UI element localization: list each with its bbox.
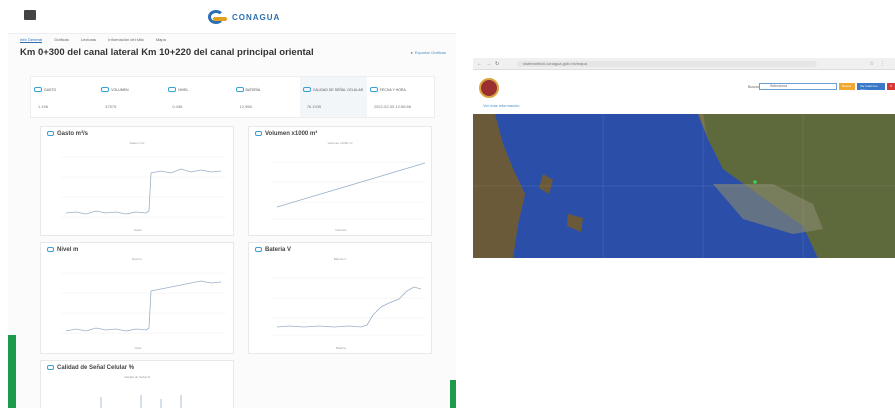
svg-text:Nivel: Nivel — [135, 346, 142, 350]
map-toolbar: Buscar Selecciona Buscar Ver todos los si… — [748, 83, 895, 92]
browser-nav-icons[interactable]: ←→↻ — [477, 61, 503, 67]
tab-mapa[interactable]: Mapa — [156, 37, 166, 43]
stat-gasto: GASTO 1.196 — [31, 77, 98, 117]
accent-strip-right — [450, 380, 456, 408]
url-bar[interactable]: sistemafmcli.conagua.gob.mx/mapa — [517, 61, 817, 67]
stat-fecha: FECHA Y HORA 2022-02-05 12:56:56 — [367, 77, 434, 117]
gasto-chart: Gasto — [61, 156, 226, 232]
info-link[interactable]: Ver más información — [483, 103, 519, 108]
map-app-header: Buscar Selecciona Buscar Ver todos los si… — [473, 70, 895, 114]
chart-card-nivel: Nivel m Nivel m Nivel — [40, 242, 234, 354]
export-link[interactable]: Exportar Gráficas — [410, 50, 446, 55]
logo-shield-icon — [479, 78, 499, 98]
senal-chart — [100, 395, 182, 408]
chart-card-volumen: Volumen x1000 m³ Volumen x1000 m³ Volume… — [248, 126, 432, 236]
browser-toolbar-icons[interactable]: ☆⋮ — [870, 61, 891, 67]
map-screenshot: ←→↻ sistemafmcli.conagua.gob.mx/mapa ☆⋮ … — [473, 58, 895, 258]
menu-icon[interactable] — [24, 10, 36, 20]
gauge-icon — [168, 87, 177, 93]
search-button[interactable]: Buscar — [839, 83, 855, 90]
clock-icon — [369, 87, 378, 93]
view-all-button[interactable]: Ver todos los sitios — [857, 83, 885, 92]
tab-graficas[interactable]: Gráficas — [54, 37, 69, 43]
stat-bateria: BATERÍA 12.958 — [233, 77, 300, 117]
tab-info-general[interactable]: Info General — [20, 37, 43, 43]
page-title: Km 0+300 del canal lateral Km 10+220 del… — [20, 47, 314, 58]
stat-volumen: VOLUMEN 37575 — [98, 77, 165, 117]
site-marker[interactable] — [753, 180, 757, 184]
logo: CONAGUA — [208, 8, 280, 26]
browser-bar: ←→↻ sistemafmcli.conagua.gob.mx/mapa ☆⋮ — [473, 58, 895, 70]
stat-senal: CALIDAD DE SEÑAL CELULAR 76.1935 — [299, 77, 367, 117]
svg-text:Gasto: Gasto — [134, 228, 142, 232]
tab-lecturas[interactable]: Lecturas — [81, 37, 96, 43]
chart-card-gasto: Gasto m³/s Gasto m³/s Gasto — [40, 126, 234, 236]
close-button[interactable]: X — [887, 83, 895, 90]
tab-info-sitio[interactable]: Información del sitio — [108, 37, 144, 43]
chart-card-bateria: Batería V Batería V Batería — [248, 242, 432, 354]
nivel-chart: Nivel — [61, 272, 226, 350]
top-bar: CONAGUA — [8, 0, 456, 34]
stats-bar: GASTO 1.196 VOLUMEN 37575 NIVEL 0.436 BATER… — [30, 76, 435, 118]
logo-text: CONAGUA — [232, 12, 281, 22]
volumen-chart: Volumen — [271, 161, 426, 232]
signal-icon — [302, 87, 311, 93]
chart-card-senal: Calidad de Señal Celular % Calidad de Se… — [40, 360, 234, 408]
tab-bar: Info General Gráficas Lecturas Informaci… — [20, 37, 166, 43]
conagua-logo-icon — [208, 8, 228, 26]
battery-icon — [235, 87, 244, 93]
gauge-icon — [34, 87, 42, 93]
gauge-icon — [101, 87, 110, 93]
bateria-chart: Batería — [271, 277, 425, 350]
accent-strip-left — [8, 335, 16, 408]
site-select[interactable]: Buscar Selecciona — [748, 83, 837, 90]
svg-text:Volumen: Volumen — [335, 228, 347, 232]
satellite-map[interactable] — [473, 114, 895, 258]
svg-text:Batería: Batería — [336, 346, 346, 350]
stat-nivel: NIVEL 0.436 — [165, 77, 232, 117]
dashboard-screenshot: CONAGUA Info General Gráficas Lecturas I… — [8, 0, 456, 408]
